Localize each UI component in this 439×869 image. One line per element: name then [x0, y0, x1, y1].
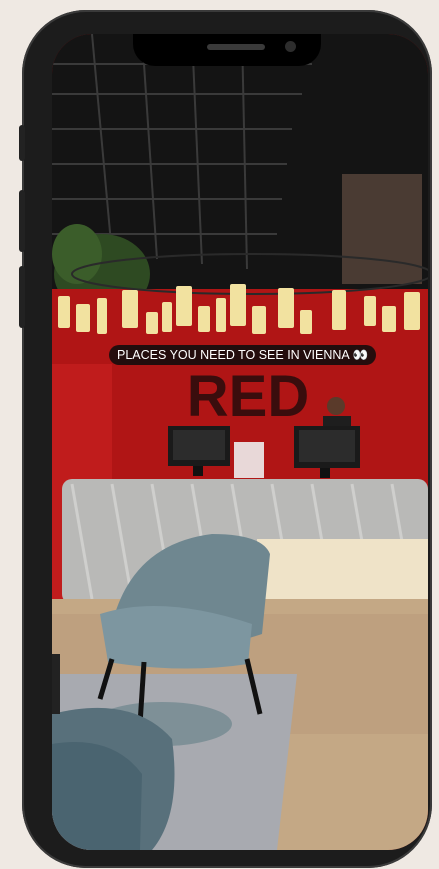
speaker-grille	[207, 44, 265, 50]
lobby-scene: RED	[52, 34, 428, 850]
front-camera-icon	[285, 41, 296, 52]
story-caption: PLACES YOU NEED TO SEE IN VIENNA 👀	[109, 345, 377, 365]
volume-down-button	[19, 266, 25, 328]
story-video[interactable]: RED	[52, 34, 428, 850]
mute-switch	[19, 125, 25, 161]
red-sign: RED	[187, 364, 309, 429]
volume-up-button	[19, 190, 25, 252]
